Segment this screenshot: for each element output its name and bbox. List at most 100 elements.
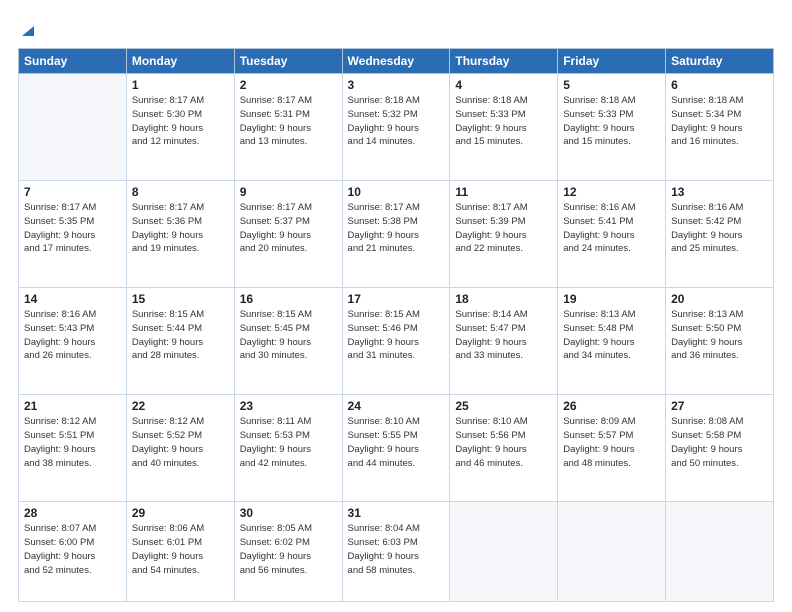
day-number: 30	[240, 506, 337, 520]
day-info: Sunrise: 8:17 AM Sunset: 5:30 PM Dayligh…	[132, 94, 229, 149]
day-info: Sunrise: 8:17 AM Sunset: 5:36 PM Dayligh…	[132, 201, 229, 256]
calendar-cell: 19 Sunrise: 8:13 AM Sunset: 5:48 PM Dayli…	[558, 288, 666, 395]
page-header	[18, 18, 774, 40]
day-info: Sunrise: 8:08 AM Sunset: 5:58 PM Dayligh…	[671, 415, 768, 470]
day-number: 5	[563, 78, 660, 92]
day-number: 13	[671, 185, 768, 199]
day-number: 2	[240, 78, 337, 92]
weekday-header-saturday: Saturday	[666, 49, 774, 74]
calendar-cell: 21 Sunrise: 8:12 AM Sunset: 5:51 PM Dayli…	[19, 395, 127, 502]
calendar-cell	[19, 74, 127, 181]
logo-icon	[20, 22, 36, 38]
day-number: 21	[24, 399, 121, 413]
day-info: Sunrise: 8:12 AM Sunset: 5:52 PM Dayligh…	[132, 415, 229, 470]
day-info: Sunrise: 8:07 AM Sunset: 6:00 PM Dayligh…	[24, 522, 121, 577]
day-info: Sunrise: 8:16 AM Sunset: 5:43 PM Dayligh…	[24, 308, 121, 363]
logo	[18, 22, 36, 40]
weekday-header-row: SundayMondayTuesdayWednesdayThursdayFrid…	[19, 49, 774, 74]
day-number: 25	[455, 399, 552, 413]
day-info: Sunrise: 8:12 AM Sunset: 5:51 PM Dayligh…	[24, 415, 121, 470]
day-info: Sunrise: 8:13 AM Sunset: 5:48 PM Dayligh…	[563, 308, 660, 363]
day-number: 26	[563, 399, 660, 413]
calendar-cell: 13 Sunrise: 8:16 AM Sunset: 5:42 PM Dayli…	[666, 181, 774, 288]
day-info: Sunrise: 8:09 AM Sunset: 5:57 PM Dayligh…	[563, 415, 660, 470]
day-number: 6	[671, 78, 768, 92]
day-info: Sunrise: 8:04 AM Sunset: 6:03 PM Dayligh…	[348, 522, 445, 577]
day-info: Sunrise: 8:11 AM Sunset: 5:53 PM Dayligh…	[240, 415, 337, 470]
day-number: 20	[671, 292, 768, 306]
calendar-cell: 28 Sunrise: 8:07 AM Sunset: 6:00 PM Dayli…	[19, 502, 127, 602]
day-info: Sunrise: 8:17 AM Sunset: 5:38 PM Dayligh…	[348, 201, 445, 256]
day-info: Sunrise: 8:15 AM Sunset: 5:45 PM Dayligh…	[240, 308, 337, 363]
day-number: 10	[348, 185, 445, 199]
day-info: Sunrise: 8:18 AM Sunset: 5:34 PM Dayligh…	[671, 94, 768, 149]
day-info: Sunrise: 8:10 AM Sunset: 5:55 PM Dayligh…	[348, 415, 445, 470]
calendar-cell: 5 Sunrise: 8:18 AM Sunset: 5:33 PM Daylig…	[558, 74, 666, 181]
day-number: 8	[132, 185, 229, 199]
day-number: 24	[348, 399, 445, 413]
day-info: Sunrise: 8:06 AM Sunset: 6:01 PM Dayligh…	[132, 522, 229, 577]
day-number: 28	[24, 506, 121, 520]
calendar-table: SundayMondayTuesdayWednesdayThursdayFrid…	[18, 48, 774, 602]
weekday-header-sunday: Sunday	[19, 49, 127, 74]
day-number: 1	[132, 78, 229, 92]
day-number: 23	[240, 399, 337, 413]
calendar-cell: 16Sunrise: 8:15 AM Sunset: 5:45 PM Dayli…	[234, 288, 342, 395]
day-info: Sunrise: 8:14 AM Sunset: 5:47 PM Dayligh…	[455, 308, 552, 363]
calendar-cell: 6 Sunrise: 8:18 AM Sunset: 5:34 PM Daylig…	[666, 74, 774, 181]
day-info: Sunrise: 8:16 AM Sunset: 5:41 PM Dayligh…	[563, 201, 660, 256]
calendar-cell	[666, 502, 774, 602]
calendar-cell: 2 Sunrise: 8:17 AM Sunset: 5:31 PM Daylig…	[234, 74, 342, 181]
weekday-header-friday: Friday	[558, 49, 666, 74]
day-number: 7	[24, 185, 121, 199]
week-row-5: 28 Sunrise: 8:07 AM Sunset: 6:00 PM Dayli…	[19, 502, 774, 602]
calendar-cell: 9 Sunrise: 8:17 AM Sunset: 5:37 PM Daylig…	[234, 181, 342, 288]
day-number: 9	[240, 185, 337, 199]
day-number: 14	[24, 292, 121, 306]
calendar-cell: 12 Sunrise: 8:16 AM Sunset: 5:41 PM Dayli…	[558, 181, 666, 288]
day-info: Sunrise: 8:15 AM Sunset: 5:44 PM Dayligh…	[132, 308, 229, 363]
calendar-cell: 26 Sunrise: 8:09 AM Sunset: 5:57 PM Dayli…	[558, 395, 666, 502]
day-info: Sunrise: 8:17 AM Sunset: 5:35 PM Dayligh…	[24, 201, 121, 256]
calendar-cell: 15Sunrise: 8:15 AM Sunset: 5:44 PM Dayli…	[126, 288, 234, 395]
day-number: 22	[132, 399, 229, 413]
day-info: Sunrise: 8:15 AM Sunset: 5:46 PM Dayligh…	[348, 308, 445, 363]
day-info: Sunrise: 8:13 AM Sunset: 5:50 PM Dayligh…	[671, 308, 768, 363]
day-number: 17	[348, 292, 445, 306]
day-info: Sunrise: 8:17 AM Sunset: 5:39 PM Dayligh…	[455, 201, 552, 256]
day-info: Sunrise: 8:17 AM Sunset: 5:37 PM Dayligh…	[240, 201, 337, 256]
calendar-cell: 18Sunrise: 8:14 AM Sunset: 5:47 PM Dayli…	[450, 288, 558, 395]
day-info: Sunrise: 8:18 AM Sunset: 5:32 PM Dayligh…	[348, 94, 445, 149]
day-number: 12	[563, 185, 660, 199]
day-number: 19	[563, 292, 660, 306]
calendar-cell: 31 Sunrise: 8:04 AM Sunset: 6:03 PM Dayli…	[342, 502, 450, 602]
calendar-page: SundayMondayTuesdayWednesdayThursdayFrid…	[0, 0, 792, 612]
calendar-cell: 20 Sunrise: 8:13 AM Sunset: 5:50 PM Dayli…	[666, 288, 774, 395]
weekday-header-monday: Monday	[126, 49, 234, 74]
week-row-3: 14 Sunrise: 8:16 AM Sunset: 5:43 PM Dayli…	[19, 288, 774, 395]
calendar-cell: 4Sunrise: 8:18 AM Sunset: 5:33 PM Daylig…	[450, 74, 558, 181]
weekday-header-tuesday: Tuesday	[234, 49, 342, 74]
calendar-cell: 11Sunrise: 8:17 AM Sunset: 5:39 PM Dayli…	[450, 181, 558, 288]
calendar-cell: 24 Sunrise: 8:10 AM Sunset: 5:55 PM Dayli…	[342, 395, 450, 502]
calendar-cell: 25 Sunrise: 8:10 AM Sunset: 5:56 PM Dayli…	[450, 395, 558, 502]
week-row-2: 7 Sunrise: 8:17 AM Sunset: 5:35 PM Daylig…	[19, 181, 774, 288]
calendar-cell: 14 Sunrise: 8:16 AM Sunset: 5:43 PM Dayli…	[19, 288, 127, 395]
calendar-cell: 1 Sunrise: 8:17 AM Sunset: 5:30 PM Daylig…	[126, 74, 234, 181]
day-info: Sunrise: 8:17 AM Sunset: 5:31 PM Dayligh…	[240, 94, 337, 149]
day-number: 3	[348, 78, 445, 92]
calendar-cell: 29Sunrise: 8:06 AM Sunset: 6:01 PM Dayli…	[126, 502, 234, 602]
day-info: Sunrise: 8:18 AM Sunset: 5:33 PM Dayligh…	[563, 94, 660, 149]
calendar-cell: 8 Sunrise: 8:17 AM Sunset: 5:36 PM Daylig…	[126, 181, 234, 288]
calendar-cell: 10 Sunrise: 8:17 AM Sunset: 5:38 PM Dayli…	[342, 181, 450, 288]
day-number: 31	[348, 506, 445, 520]
week-row-4: 21 Sunrise: 8:12 AM Sunset: 5:51 PM Dayli…	[19, 395, 774, 502]
calendar-cell: 7 Sunrise: 8:17 AM Sunset: 5:35 PM Daylig…	[19, 181, 127, 288]
calendar-cell: 30Sunrise: 8:05 AM Sunset: 6:02 PM Dayli…	[234, 502, 342, 602]
calendar-cell: 27 Sunrise: 8:08 AM Sunset: 5:58 PM Dayli…	[666, 395, 774, 502]
day-info: Sunrise: 8:10 AM Sunset: 5:56 PM Dayligh…	[455, 415, 552, 470]
calendar-cell: 3 Sunrise: 8:18 AM Sunset: 5:32 PM Daylig…	[342, 74, 450, 181]
calendar-cell: 17 Sunrise: 8:15 AM Sunset: 5:46 PM Dayli…	[342, 288, 450, 395]
day-number: 27	[671, 399, 768, 413]
day-info: Sunrise: 8:16 AM Sunset: 5:42 PM Dayligh…	[671, 201, 768, 256]
